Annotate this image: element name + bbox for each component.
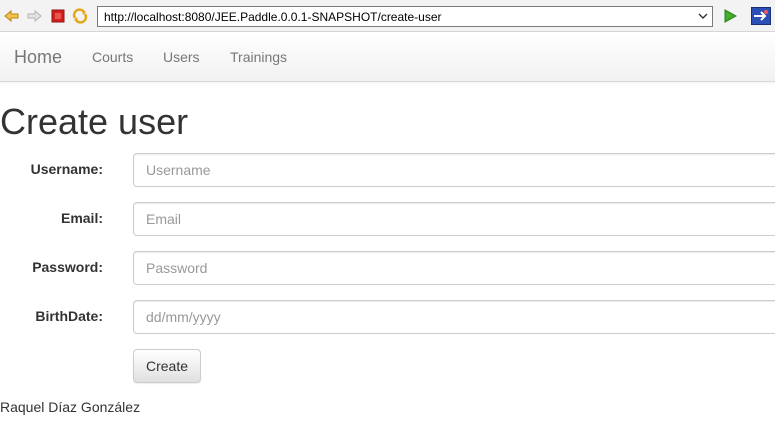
username-label: Username: (30, 161, 103, 177)
password-input[interactable] (133, 251, 775, 285)
address-bar[interactable]: http://localhost:8080/JEE.Paddle.0.0.1-S… (97, 6, 713, 27)
email-input[interactable] (133, 202, 775, 236)
back-arrow-icon[interactable] (4, 8, 20, 24)
nav-link-users[interactable]: Users (163, 49, 200, 65)
nav-link-trainings[interactable]: Trainings (230, 49, 287, 65)
go-icon[interactable] (722, 8, 738, 24)
create-button[interactable]: Create (133, 349, 201, 383)
nav-link-courts[interactable]: Courts (92, 49, 133, 65)
address-url: http://localhost:8080/JEE.Paddle.0.0.1-S… (104, 10, 442, 24)
address-dropdown-icon[interactable] (696, 9, 710, 23)
footer-author: Raquel Díaz González (0, 399, 141, 415)
browser-toolbar: http://localhost:8080/JEE.Paddle.0.0.1-S… (0, 0, 775, 32)
password-label: Password: (32, 259, 103, 275)
stop-icon[interactable] (50, 8, 66, 24)
navbar: Home Courts Users Trainings (0, 32, 775, 82)
birthdate-label: BirthDate: (35, 308, 103, 324)
email-label: Email: (60, 210, 103, 226)
page-title: Create user (0, 101, 189, 142)
refresh-icon[interactable] (72, 8, 88, 24)
app-icon[interactable] (751, 7, 771, 25)
birthdate-input[interactable] (133, 300, 775, 334)
username-input[interactable] (133, 153, 775, 187)
forward-arrow-icon[interactable] (26, 8, 42, 24)
nav-brand-home[interactable]: Home (14, 47, 62, 68)
